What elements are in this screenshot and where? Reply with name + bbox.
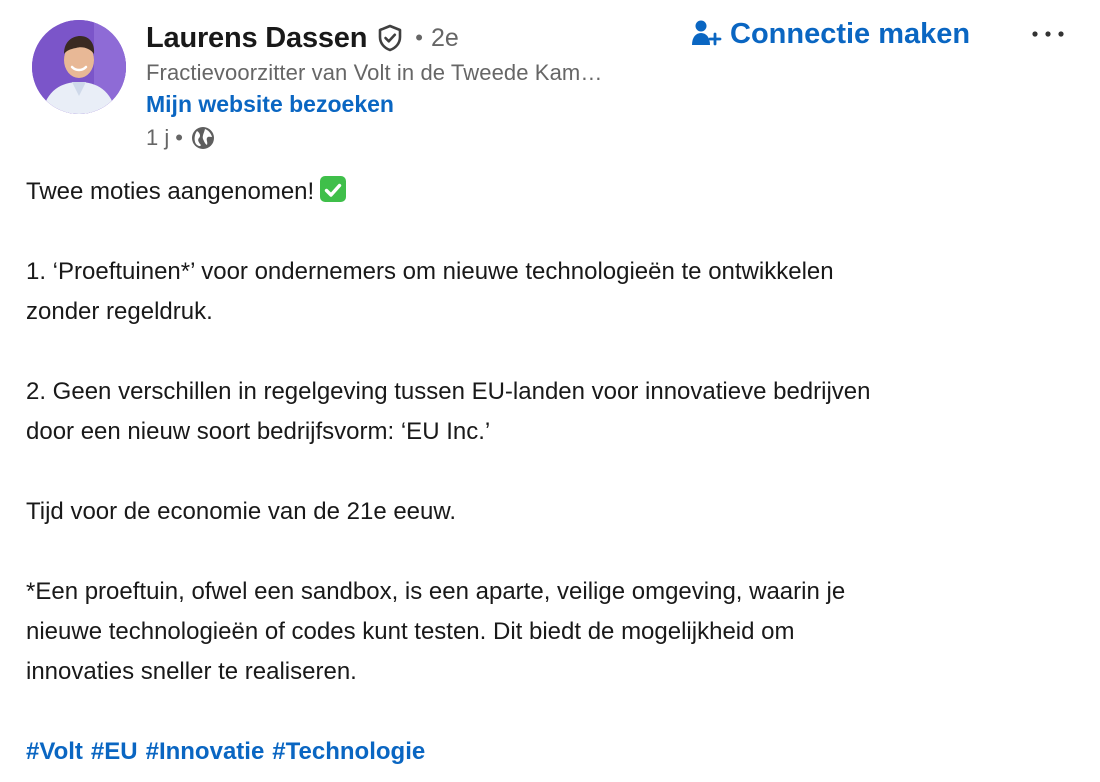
post-point-2: 2. Geen verschillen in regelgeving tusse… [26, 378, 871, 445]
author-headline: Fractievoorzitter van Volt in de Tweede … [146, 60, 603, 85]
connection-degree: 2e [430, 23, 459, 52]
post-header: Laurens Dassen • 2e Fractievoorzitter va… [32, 14, 1082, 164]
person-add-icon [690, 18, 722, 50]
more-options-button[interactable] [1027, 18, 1069, 50]
post-point-1: 1. ‘Proeftuinen*’ voor ondernemers om ni… [26, 258, 834, 325]
hashtag-technologie[interactable]: #Technologie [272, 732, 425, 772]
hashtag-innovatie[interactable]: #Innovatie [146, 732, 265, 772]
post-intro: Twee moties aangenomen! [26, 172, 1076, 212]
check-mark-emoji-icon [320, 176, 347, 202]
hashtag-eu[interactable]: #EU [91, 732, 138, 772]
website-link[interactable]: Mijn website bezoeken [146, 91, 394, 118]
connect-button[interactable]: Connectie maken [690, 14, 970, 54]
post-intro-text: Twee moties aangenomen! [26, 178, 315, 205]
author-name-row: Laurens Dassen • 2e [146, 20, 459, 56]
author-avatar[interactable] [32, 20, 126, 114]
degree-separator: • [415, 25, 423, 50]
connect-label: Connectie maken [730, 17, 971, 50]
post-body: Twee moties aangenomen! 1. ‘Proeftuinen*… [26, 172, 1076, 772]
globe-icon [189, 124, 217, 152]
more-horizontal-icon [1032, 31, 1064, 37]
hashtag-list: #Volt #EU #Innovatie #Technologie [26, 732, 1076, 772]
post-meta: 1 j • [146, 124, 217, 152]
post-footnote: *Een proeftuin, ofwel een sandbox, is ee… [26, 578, 846, 685]
post-age: 1 j [146, 125, 170, 150]
hashtag-volt[interactable]: #Volt [26, 732, 83, 772]
verified-shield-icon [375, 23, 405, 53]
avatar-photo [32, 20, 126, 114]
post-closing: Tijd voor de economie van de 21e eeuw. [26, 498, 457, 525]
author-name[interactable]: Laurens Dassen [146, 22, 367, 55]
meta-separator: • [175, 125, 183, 150]
